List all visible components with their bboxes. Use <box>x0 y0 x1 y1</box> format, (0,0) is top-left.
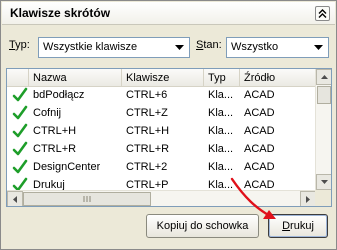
horizontal-scroll-thumb[interactable] <box>23 192 151 206</box>
shortcut-keys-panel: Klawisze skrótów Typ: Wszystkie klawisze… <box>0 0 337 250</box>
copy-button-label: Kopiuj do schowka <box>156 220 249 232</box>
double-chevron-up-icon <box>318 9 327 18</box>
shortcut-list[interactable]: Nazwa Klawisze Typ Źródło bdPodłącz CTRL… <box>6 68 332 207</box>
row-keys: CTRL+R <box>126 143 170 155</box>
checkmark-icon <box>12 141 28 156</box>
row-source: ACAD <box>244 125 275 137</box>
row-name: Cofnij <box>33 107 62 119</box>
panel-title: Klawisze skrótów <box>10 6 111 20</box>
dropdown-arrow-icon[interactable] <box>310 39 327 56</box>
row-type: Kla... <box>208 161 234 173</box>
row-keys: CTRL+6 <box>126 89 168 101</box>
checkmark-icon <box>12 159 28 174</box>
checkmark-icon <box>12 87 28 102</box>
row-type: Kla... <box>208 89 234 101</box>
state-label: Stan: <box>196 39 222 51</box>
row-keys: CTRL+H <box>126 125 170 137</box>
type-select[interactable]: Wszystkie klawisze <box>38 37 190 58</box>
scroll-down-button[interactable] <box>316 174 331 190</box>
row-keys: CTRL+Z <box>126 107 168 119</box>
scroll-right-button[interactable] <box>300 191 316 206</box>
table-row[interactable]: CTRL+R CTRL+R Kla... ACAD <box>7 141 316 159</box>
state-select[interactable]: Wszystko <box>226 37 329 58</box>
column-header-source[interactable]: Źródło <box>240 69 316 87</box>
list-header: Nazwa Klawisze Typ Źródło <box>7 69 316 87</box>
row-name: bdPodłącz <box>33 89 85 101</box>
column-header-type[interactable]: Typ <box>204 69 240 87</box>
arrow-right-icon <box>306 195 310 203</box>
row-name: CTRL+R <box>33 143 77 155</box>
vertical-scrollbar[interactable] <box>315 69 331 190</box>
table-row[interactable]: CTRL+H CTRL+H Kla... ACAD <box>7 123 316 141</box>
checkmark-icon <box>12 105 28 120</box>
row-source: ACAD <box>244 161 275 173</box>
print-button[interactable]: Drukuj <box>268 214 328 238</box>
row-source: ACAD <box>244 107 275 119</box>
scroll-up-button[interactable] <box>316 69 331 85</box>
print-button-label: Drukuj <box>282 220 314 232</box>
row-source: ACAD <box>244 89 275 101</box>
row-type: Kla... <box>208 125 234 137</box>
type-label: Typ: <box>9 39 30 51</box>
vertical-scroll-thumb[interactable] <box>317 86 331 104</box>
table-row[interactable]: Cofnij CTRL+Z Kla... ACAD <box>7 105 316 123</box>
arrow-left-icon <box>13 195 17 203</box>
dropdown-arrow-icon[interactable] <box>171 39 188 56</box>
row-keys: CTRL+2 <box>126 161 168 173</box>
collapse-button[interactable] <box>315 6 330 21</box>
arrow-up-icon <box>320 75 328 79</box>
table-row[interactable]: bdPodłącz CTRL+6 Kla... ACAD <box>7 87 316 105</box>
grip-icon <box>83 196 91 202</box>
scroll-left-button[interactable] <box>7 191 23 206</box>
row-source: ACAD <box>244 143 275 155</box>
header-icon-column <box>7 69 29 87</box>
table-row[interactable]: DesignCenter CTRL+2 Kla... ACAD <box>7 159 316 177</box>
row-name: CTRL+H <box>33 125 77 137</box>
panel-titlebar: Klawisze skrótów <box>2 2 335 25</box>
column-header-keys[interactable]: Klawisze <box>122 69 204 87</box>
type-select-value: Wszystkie klawisze <box>43 41 138 53</box>
copy-to-clipboard-button[interactable]: Kopiuj do schowka <box>146 214 259 238</box>
row-type: Kla... <box>208 107 234 119</box>
row-type: Kla... <box>208 143 234 155</box>
column-header-name[interactable]: Nazwa <box>29 69 122 87</box>
state-select-value: Wszystko <box>231 41 279 53</box>
horizontal-scrollbar[interactable] <box>7 190 316 206</box>
row-name: DesignCenter <box>33 161 101 173</box>
arrow-down-icon <box>320 180 328 184</box>
checkmark-icon <box>12 123 28 138</box>
scrollbar-corner <box>315 190 331 206</box>
